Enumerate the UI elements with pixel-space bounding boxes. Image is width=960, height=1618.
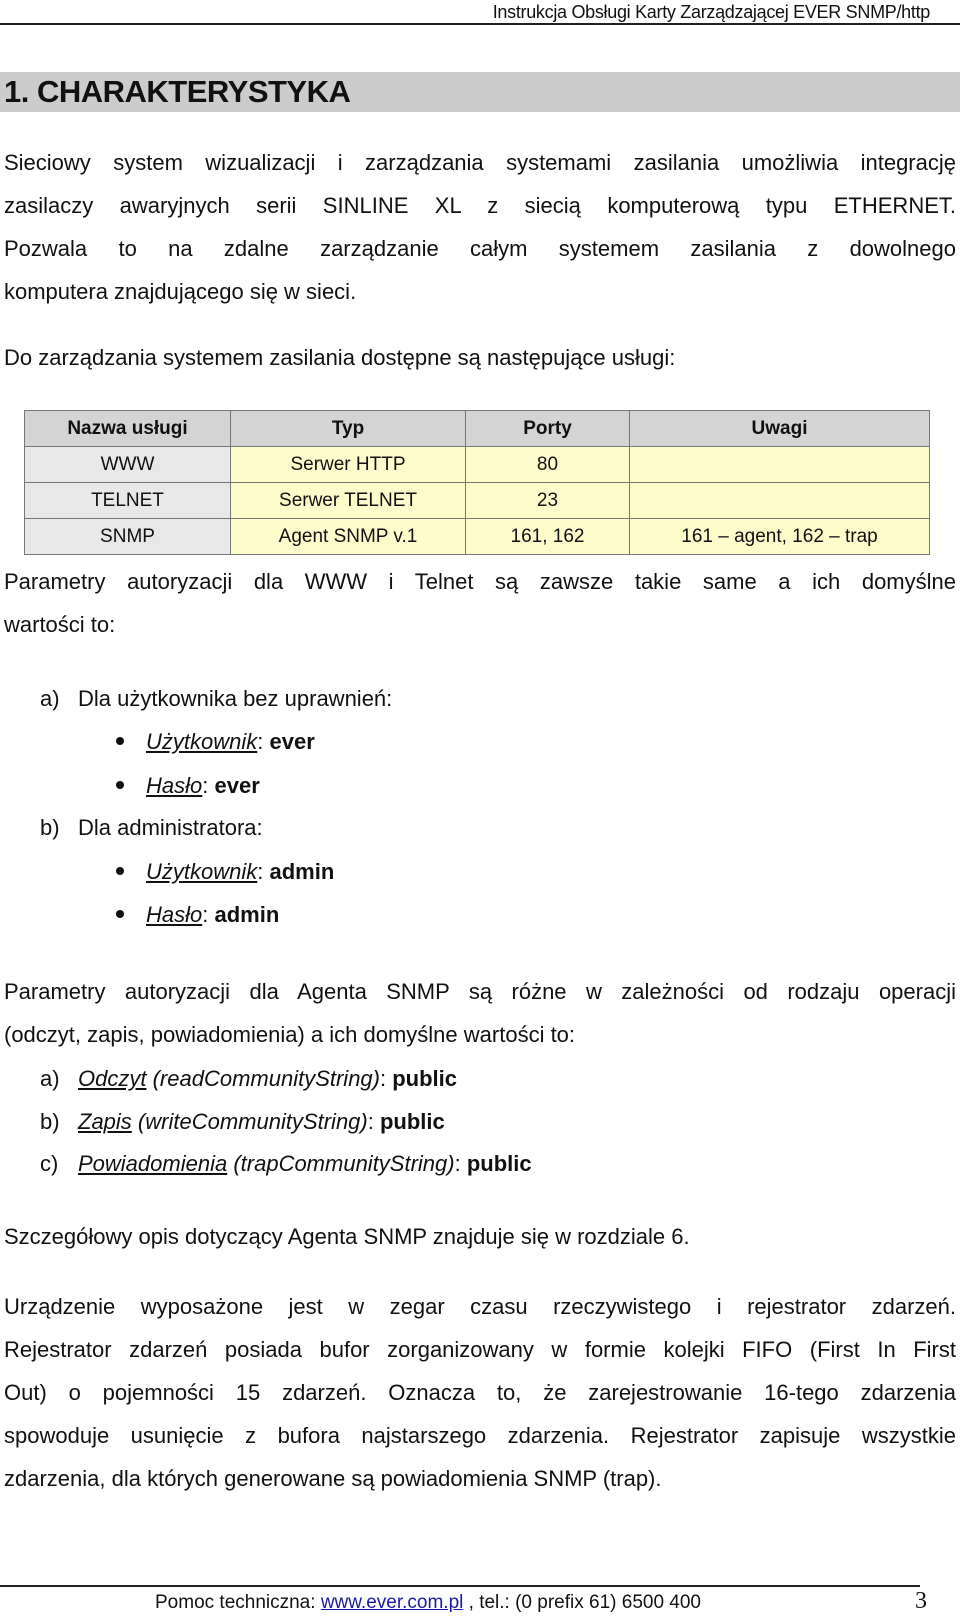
list-item: b) Zapis (writeCommunityString): public [40, 1107, 445, 1137]
bullet-item: Użytkownik: ever [116, 727, 315, 757]
clock-paragraph: Urządzenie wyposażone jest w zegar czasu… [4, 1285, 956, 1500]
column-header: Uwagi [629, 410, 930, 447]
list-label: Dla administratora: [78, 815, 263, 840]
list-marker: b) [40, 1109, 60, 1134]
cell [629, 482, 930, 519]
field-param: (readCommunityString) [152, 1066, 380, 1091]
text-line: Rejestrator zdarzeń posiada bufor zorgan… [4, 1337, 956, 1362]
list-item: b) Dla administratora: [40, 813, 263, 843]
field-value: public [392, 1066, 458, 1091]
footer: Pomoc techniczna: www.ever.com.pl , tel.… [155, 1590, 701, 1616]
field-key: Hasło [146, 902, 203, 927]
field-param: (writeCommunityString) [137, 1109, 368, 1134]
cell: Agent SNMP v.1 [230, 518, 466, 555]
list-marker: b) [40, 815, 60, 840]
list-item: a) Odczyt (readCommunityString): public [40, 1064, 457, 1094]
field-value: ever [269, 729, 315, 754]
field-param: (trapCommunityString) [233, 1151, 455, 1176]
text-line: Urządzenie wyposażone jest w zegar czasu… [4, 1294, 956, 1319]
auth-www-paragraph: Parametry autoryzacji dla WWW i Telnet s… [4, 560, 956, 646]
text-line: Pozwala to na zdalne zarządzanie całym s… [4, 236, 956, 261]
text-line: (odczyt, zapis, powiadomienia) a ich dom… [4, 1022, 576, 1047]
text-line: zdarzenia, dla których generowane są pow… [4, 1466, 662, 1491]
column-header: Nazwa usługi [24, 410, 231, 447]
table-row: SNMP Agent SNMP v.1 161, 162 161 – agent… [24, 518, 930, 555]
table-row: TELNET Serwer TELNET 23 [24, 482, 930, 519]
field-value: ever [214, 773, 260, 798]
support-link[interactable]: www.ever.com.pl [321, 1592, 464, 1613]
bullet-item: Użytkownik: admin [116, 857, 334, 887]
bullet-icon [116, 910, 124, 919]
list-label: Dla użytkownika bez uprawnień: [78, 686, 393, 711]
bullet-item: Hasło: ever [116, 771, 260, 801]
text-line: Sieciowy system wizualizacji i zarządzan… [4, 150, 956, 175]
bullet-icon [116, 781, 124, 790]
table-header-row: Nazwa usługi Typ Porty Uwagi [24, 410, 930, 447]
field-key: Użytkownik [146, 729, 258, 754]
text-line: Parametry autoryzacji dla WWW i Telnet s… [4, 569, 956, 594]
text-line: spowoduje usunięcie z bufora najstarszeg… [4, 1423, 956, 1448]
bullet-icon [116, 867, 124, 876]
list-marker: a) [40, 686, 60, 711]
footer-rule [0, 1585, 920, 1587]
intro-paragraph: Sieciowy system wizualizacji i zarządzan… [4, 141, 956, 313]
list-item: a) Dla użytkownika bez uprawnień: [40, 684, 392, 714]
services-table: Nazwa usługi Typ Porty Uwagi WWW Serwer … [24, 410, 930, 555]
cell: SNMP [24, 518, 231, 555]
cell: Serwer HTTP [230, 446, 466, 483]
cell [629, 446, 930, 483]
cell: TELNET [24, 482, 231, 519]
running-header: Instrukcja Obsługi Karty Zarządzającej E… [492, 2, 931, 22]
column-header: Typ [230, 410, 466, 447]
cell: 161 – agent, 162 – trap [629, 518, 930, 555]
footer-prefix: Pomoc techniczna: [155, 1592, 321, 1613]
field-value: admin [214, 902, 280, 927]
list-marker: a) [40, 1066, 60, 1091]
field-value: public [466, 1151, 532, 1176]
cell: WWW [24, 446, 231, 483]
field-key: Użytkownik [146, 859, 258, 884]
snmp-reference: Szczegółowy opis dotyczący Agenta SNMP z… [4, 1224, 690, 1249]
field-key: Zapis [78, 1109, 132, 1134]
text-line: Parametry autoryzacji dla Agenta SNMP są… [4, 979, 956, 1004]
bullet-item: Hasło: admin [116, 900, 279, 930]
cell: 23 [465, 482, 630, 519]
section-title: 1. CHARAKTERYSTYKA [0, 72, 960, 112]
cell: Serwer TELNET [230, 482, 466, 519]
cell: 161, 162 [465, 518, 630, 555]
auth-snmp-paragraph: Parametry autoryzacji dla Agenta SNMP są… [4, 970, 956, 1056]
header-rule [0, 23, 960, 25]
list-item: c) Powiadomienia (trapCommunityString): p… [40, 1149, 532, 1179]
text-line: wartości to: [4, 612, 116, 637]
field-key: Hasło [146, 773, 203, 798]
field-value: admin [269, 859, 335, 884]
list-marker: c) [40, 1151, 59, 1176]
cell: 80 [465, 446, 630, 483]
page-number: 3 [915, 1588, 927, 1614]
bullet-icon [116, 737, 124, 746]
column-header: Porty [465, 410, 630, 447]
field-value: public [379, 1109, 445, 1134]
text-line: zasilaczy awaryjnych serii SINLINE XL z … [4, 193, 956, 218]
footer-phone: , tel.: (0 prefix 61) 6500 400 [463, 1592, 701, 1613]
field-key: Powiadomienia [78, 1151, 228, 1176]
table-row: WWW Serwer HTTP 80 [24, 446, 930, 483]
text-line: komputera znajdującego się w sieci. [4, 279, 357, 304]
services-intro: Do zarządzania systemem zasilania dostęp… [4, 345, 676, 370]
text-line: Out) o pojemności 15 zdarzeń. Oznacza to… [4, 1380, 956, 1405]
field-key: Odczyt [78, 1066, 147, 1091]
